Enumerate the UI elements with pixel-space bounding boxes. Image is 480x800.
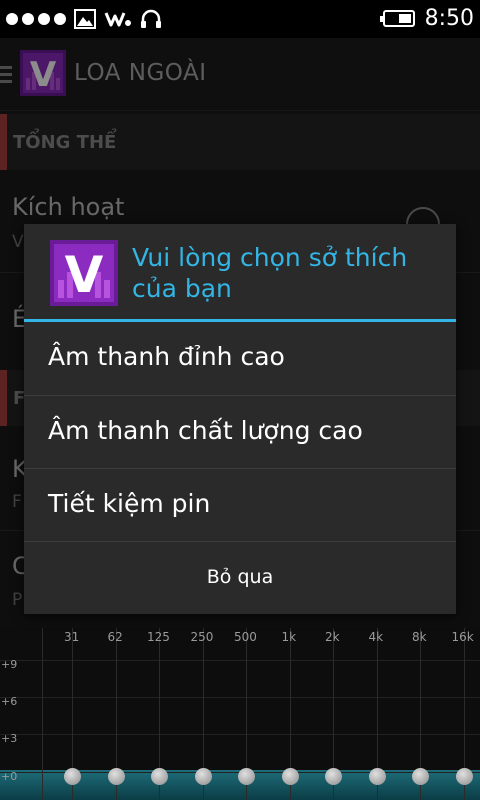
eq-band-slider-knob[interactable] bbox=[151, 768, 168, 785]
equalizer-panel: +9 +6 +3 +0 31 62 125 250 500 1k 2k 4k 8k 16k bbox=[0, 628, 480, 800]
eq-frequency-label: 125 bbox=[147, 630, 170, 644]
option-label: Âm thanh chất lượng cao bbox=[48, 416, 363, 445]
option-premium-sound[interactable]: Âm thanh đỉnh cao bbox=[24, 322, 456, 394]
eq-db-label: +9 bbox=[1, 658, 18, 671]
option-label: Âm thanh đỉnh cao bbox=[48, 342, 285, 371]
eq-db-label: +0 bbox=[1, 770, 18, 783]
eq-band-slider-knob[interactable] bbox=[368, 768, 386, 785]
dialog-logo-icon: V bbox=[50, 240, 118, 306]
eq-frequency-label: 1k bbox=[281, 630, 297, 644]
eq-frequency-label: 8k bbox=[412, 630, 427, 644]
option-battery-saver[interactable]: Tiết kiệm pin bbox=[24, 469, 456, 541]
eq-band-slider-knob[interactable] bbox=[455, 768, 473, 785]
skip-button-label: Bỏ qua bbox=[206, 566, 274, 588]
preference-dialog: V Vui lòng chọn sở thích của bạn Âm than… bbox=[24, 224, 456, 614]
skip-button[interactable]: Bỏ qua bbox=[24, 542, 456, 614]
walkman-icon bbox=[104, 12, 131, 27]
eq-band-slider-knob[interactable] bbox=[194, 768, 212, 785]
eq-frequency-label: 500 bbox=[234, 630, 257, 644]
eq-band-slider-knob[interactable] bbox=[412, 768, 429, 785]
eq-frequency-label: 16k bbox=[451, 630, 474, 644]
eq-db-label: +3 bbox=[1, 732, 18, 745]
headphones-icon bbox=[141, 9, 161, 28]
eq-band-slider-knob[interactable] bbox=[238, 768, 255, 785]
eq-band-slider-knob[interactable] bbox=[325, 768, 342, 785]
signal-dots-icon bbox=[6, 13, 66, 25]
status-bar: 8:50 bbox=[0, 0, 480, 38]
image-icon bbox=[74, 9, 96, 29]
eq-band-slider-knob[interactable] bbox=[64, 768, 81, 785]
option-high-quality-sound[interactable]: Âm thanh chất lượng cao bbox=[24, 396, 456, 468]
status-clock: 8:50 bbox=[424, 6, 474, 31]
eq-band-slider-knob[interactable] bbox=[281, 768, 299, 785]
eq-frequency-label: 2k bbox=[325, 630, 340, 644]
option-label: Tiết kiệm pin bbox=[48, 489, 211, 518]
dialog-title: Vui lòng chọn sở thích của bạn bbox=[132, 243, 408, 303]
eq-frequency-label: 62 bbox=[107, 630, 123, 644]
dialog-logo-letter: V bbox=[65, 246, 104, 304]
eq-frequency-label: 250 bbox=[190, 630, 214, 644]
eq-band-slider-knob[interactable] bbox=[107, 768, 125, 785]
eq-frequency-label: 31 bbox=[64, 630, 80, 644]
eq-axis bbox=[42, 628, 43, 800]
battery-icon bbox=[379, 10, 415, 27]
eq-db-label: +6 bbox=[1, 695, 18, 708]
eq-frequency-label: 4k bbox=[368, 630, 384, 644]
